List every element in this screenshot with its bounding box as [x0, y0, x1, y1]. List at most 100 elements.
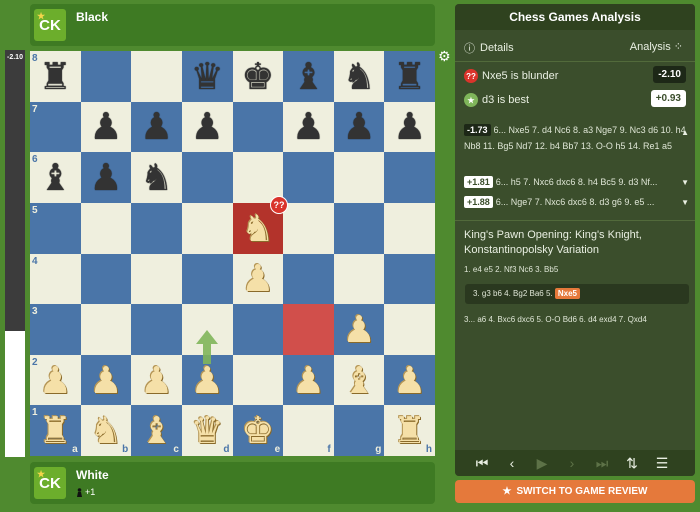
square-b4[interactable] — [80, 253, 132, 305]
chess-board[interactable]: 8 7 6 5 4 3 2 1 a b c d e f g h ♜ ♛ ♚ ♝ ♞ ♜ ♟ ♟ ♟ ♟ ♟ ♟ ♝ ♟ ♞ ♞ ♟ ♟ ♟ ♟ ♟ ♟ ♟ ♝… — [30, 51, 435, 456]
square-a6[interactable]: 6 — [30, 152, 81, 203]
menu-icon[interactable]: ☰ — [655, 455, 669, 472]
analysis-panel: Chess Games Analysis ⓘ Details Analysis … — [455, 4, 695, 476]
file-label: f — [327, 444, 331, 455]
last-move-icon[interactable]: ⏭ — [595, 455, 609, 472]
square-g1[interactable]: g — [333, 405, 385, 456]
square-c6[interactable] — [131, 152, 182, 203]
square-e2[interactable] — [232, 354, 284, 406]
square-f1[interactable]: f — [283, 405, 334, 456]
square-h2[interactable] — [384, 354, 435, 406]
square-g5[interactable] — [333, 202, 385, 254]
square-f7[interactable] — [283, 101, 334, 153]
engine-line-2[interactable]: +1.81 6... h5 7. Nxc6 dxc6 8. h4 Bc5 9. d… — [464, 174, 686, 190]
square-f3[interactable] — [283, 304, 334, 355]
square-c3[interactable] — [131, 304, 182, 355]
square-g3[interactable] — [333, 304, 385, 355]
square-e7[interactable] — [232, 101, 284, 153]
first-move-icon[interactable]: ⏮ — [475, 455, 489, 472]
square-f8[interactable] — [283, 51, 334, 102]
black-avatar: ★ CK — [34, 9, 66, 41]
square-c2[interactable] — [131, 354, 182, 406]
current-move[interactable]: Nxe5 — [554, 288, 580, 299]
square-a7[interactable]: 7 — [30, 101, 81, 153]
square-e8[interactable] — [232, 51, 284, 102]
next-move-icon-2[interactable]: › — [565, 455, 579, 471]
rank-label: 8 — [32, 53, 38, 64]
square-h7[interactable] — [384, 101, 435, 153]
square-b3[interactable] — [80, 304, 132, 355]
square-f4[interactable] — [283, 253, 334, 305]
square-h5[interactable] — [384, 202, 435, 254]
square-a1[interactable]: 1a — [30, 405, 81, 456]
star-icon: ★ — [464, 93, 478, 107]
file-label: e — [274, 444, 281, 455]
square-c4[interactable] — [131, 253, 182, 305]
square-d6[interactable] — [181, 152, 233, 203]
next-move-icon[interactable]: ▶ — [535, 455, 549, 472]
square-h1[interactable]: h — [384, 405, 435, 456]
square-g4[interactable] — [333, 253, 385, 305]
square-e4[interactable] — [232, 253, 284, 305]
square-g7[interactable] — [333, 101, 385, 153]
square-h3[interactable] — [384, 304, 435, 355]
black-player-bar: ★ CK Black — [30, 4, 435, 46]
square-g2[interactable] — [333, 354, 385, 406]
tab-details[interactable]: ⓘ Details — [464, 40, 514, 56]
square-f2[interactable] — [283, 354, 334, 406]
square-d4[interactable] — [181, 253, 233, 305]
square-b2[interactable] — [80, 354, 132, 406]
variation-box[interactable]: 3. g3 b6 4. Bg2 Ba6 5. Nxe5 — [465, 284, 689, 304]
flip-board-icon[interactable]: ⇅ — [625, 455, 639, 472]
star-icon: ★ — [502, 486, 512, 497]
white-player-bar: ★ CK White +1 — [30, 462, 435, 504]
navigation-controls: ⏮ ‹ ▶ › ⏭ ⇅ ☰ — [455, 450, 695, 476]
engine-line-1[interactable]: -1.73 6... Nxe5 7. d4 Nc6 8. a3 Nge7 9. N… — [464, 122, 686, 154]
move-list[interactable]: 1. e4 e5 2. Nf3 Nc6 3. Bb5 — [464, 264, 686, 276]
blunder-icon: ?? — [464, 69, 478, 83]
engine-line-3[interactable]: +1.88 6... Nge7 7. Nxc6 dxc6 8. d3 g6 9. … — [464, 194, 686, 210]
square-a4[interactable]: 4 — [30, 253, 81, 305]
square-g8[interactable] — [333, 51, 385, 102]
square-c5[interactable] — [131, 202, 182, 254]
square-b8[interactable] — [80, 51, 132, 102]
line-eval: +1.88 — [464, 196, 493, 208]
move-list-continuation[interactable]: 3... a6 4. Bxc6 dxc6 5. O-O Bd6 6. d4 ex… — [464, 314, 686, 326]
square-d8[interactable] — [181, 51, 233, 102]
square-f5[interactable] — [283, 202, 334, 254]
square-e3[interactable] — [232, 304, 284, 355]
square-a5[interactable]: 5 — [30, 202, 81, 254]
square-a8[interactable]: 8 — [30, 51, 81, 102]
square-d7[interactable] — [181, 101, 233, 153]
square-c1[interactable]: c — [131, 405, 182, 456]
rank-label: 1 — [32, 407, 38, 419]
switch-to-game-review-button[interactable]: ★ SWITCH TO GAME REVIEW — [455, 480, 695, 503]
square-h6[interactable] — [384, 152, 435, 203]
tab-analysis[interactable]: Analysis ⁘ — [630, 40, 683, 53]
square-h4[interactable] — [384, 253, 435, 305]
square-g6[interactable] — [333, 152, 385, 203]
square-b5[interactable] — [80, 202, 132, 254]
square-c8[interactable] — [131, 51, 182, 102]
previous-move-icon[interactable]: ‹ — [505, 455, 519, 471]
square-e6[interactable] — [232, 152, 284, 203]
square-f6[interactable] — [283, 152, 334, 203]
square-e1[interactable]: e — [232, 405, 284, 456]
gear-icon[interactable]: ⚙ — [438, 50, 452, 64]
expand-icon[interactable]: ▼ — [681, 198, 689, 207]
square-h8[interactable] — [384, 51, 435, 102]
square-a2[interactable]: 2 — [30, 354, 81, 406]
expand-icon[interactable]: ▼ — [681, 178, 689, 187]
file-label: c — [173, 444, 179, 455]
opening-name: King's Pawn Opening: King's Knight, Kons… — [464, 229, 642, 256]
square-d5[interactable] — [181, 202, 233, 254]
square-d1[interactable]: d — [181, 405, 233, 456]
square-b6[interactable] — [80, 152, 132, 203]
square-b7[interactable] — [80, 101, 132, 153]
file-label: g — [375, 444, 382, 455]
rank-label: 6 — [32, 154, 38, 166]
square-a3[interactable]: 3 — [30, 304, 81, 355]
square-c7[interactable] — [131, 101, 182, 153]
collapse-icon[interactable]: ▲ — [681, 128, 689, 137]
square-b1[interactable]: b — [80, 405, 132, 456]
